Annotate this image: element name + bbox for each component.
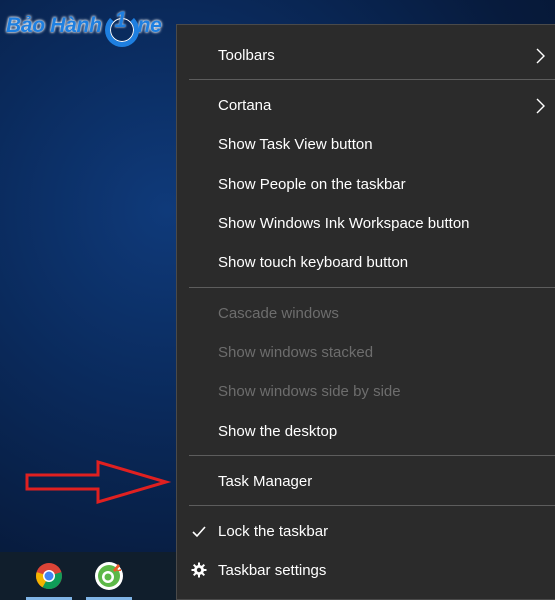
menu-item-show-windows-stacked: Show windows stacked — [177, 335, 555, 371]
menu-separator — [189, 505, 555, 506]
menu-separator — [189, 79, 555, 80]
menu-item-label: Show Task View button — [218, 136, 373, 153]
menu-item-label: Toolbars — [218, 47, 275, 64]
watermark-text-right: ne — [137, 14, 162, 37]
menu-item-task-manager[interactable]: Task Manager — [177, 464, 555, 500]
menu-item-show-desktop[interactable]: Show the desktop — [177, 414, 555, 450]
coccoc-icon — [95, 562, 123, 590]
taskbar-chrome-button[interactable] — [24, 552, 74, 600]
menu-separator — [189, 287, 555, 288]
menu-item-taskbar-settings[interactable]: Taskbar settings — [177, 553, 555, 589]
menu-item-label: Show Windows Ink Workspace button — [218, 215, 470, 232]
red-arrow-icon — [25, 459, 172, 505]
menu-item-label: Show People on the taskbar — [218, 176, 406, 193]
menu-item-label: Show touch keyboard button — [218, 254, 409, 271]
menu-item-label: Lock the taskbar — [218, 523, 329, 540]
checkmark-icon — [192, 526, 206, 538]
watermark-one: 1 — [114, 7, 127, 32]
menu-item-label: Cascade windows — [218, 305, 339, 322]
menu-item-cascade-windows: Cascade windows — [177, 296, 555, 332]
menu-item-label: Show windows side by side — [218, 383, 401, 400]
menu-item-cortana[interactable]: Cortana — [177, 88, 555, 124]
menu-item-show-people[interactable]: Show People on the taskbar — [177, 167, 555, 203]
watermark-power-logo: 1 — [103, 7, 139, 47]
menu-item-show-task-view[interactable]: Show Task View button — [177, 127, 555, 163]
menu-item-label: Show windows stacked — [218, 344, 374, 361]
chrome-icon — [36, 563, 62, 590]
desktop-background: Bảo Hành 1 ne Toolbars Cortana Show Task… — [0, 0, 555, 600]
brand-watermark: Bảo Hành 1 ne — [6, 6, 162, 47]
taskbar-coccoc-button[interactable] — [84, 552, 134, 600]
menu-item-label: Cortana — [218, 97, 272, 114]
menu-item-label: Task Manager — [218, 473, 313, 490]
menu-item-toolbars[interactable]: Toolbars — [177, 38, 555, 74]
taskbar-context-menu: Toolbars Cortana Show Task View button S… — [176, 24, 555, 600]
menu-separator — [189, 455, 555, 456]
menu-item-show-touch-keyboard[interactable]: Show touch keyboard button — [177, 245, 555, 281]
menu-item-label: Taskbar settings — [218, 562, 327, 579]
chevron-right-icon — [536, 48, 545, 64]
menu-item-show-ink-workspace[interactable]: Show Windows Ink Workspace button — [177, 206, 555, 242]
menu-item-show-windows-side-by-side: Show windows side by side — [177, 374, 555, 410]
watermark-text-left: Bảo Hành — [6, 14, 102, 37]
chevron-right-icon — [536, 98, 545, 114]
menu-item-label: Show the desktop — [218, 423, 338, 440]
menu-item-lock-taskbar[interactable]: Lock the taskbar — [177, 514, 555, 550]
gear-icon — [191, 562, 207, 578]
